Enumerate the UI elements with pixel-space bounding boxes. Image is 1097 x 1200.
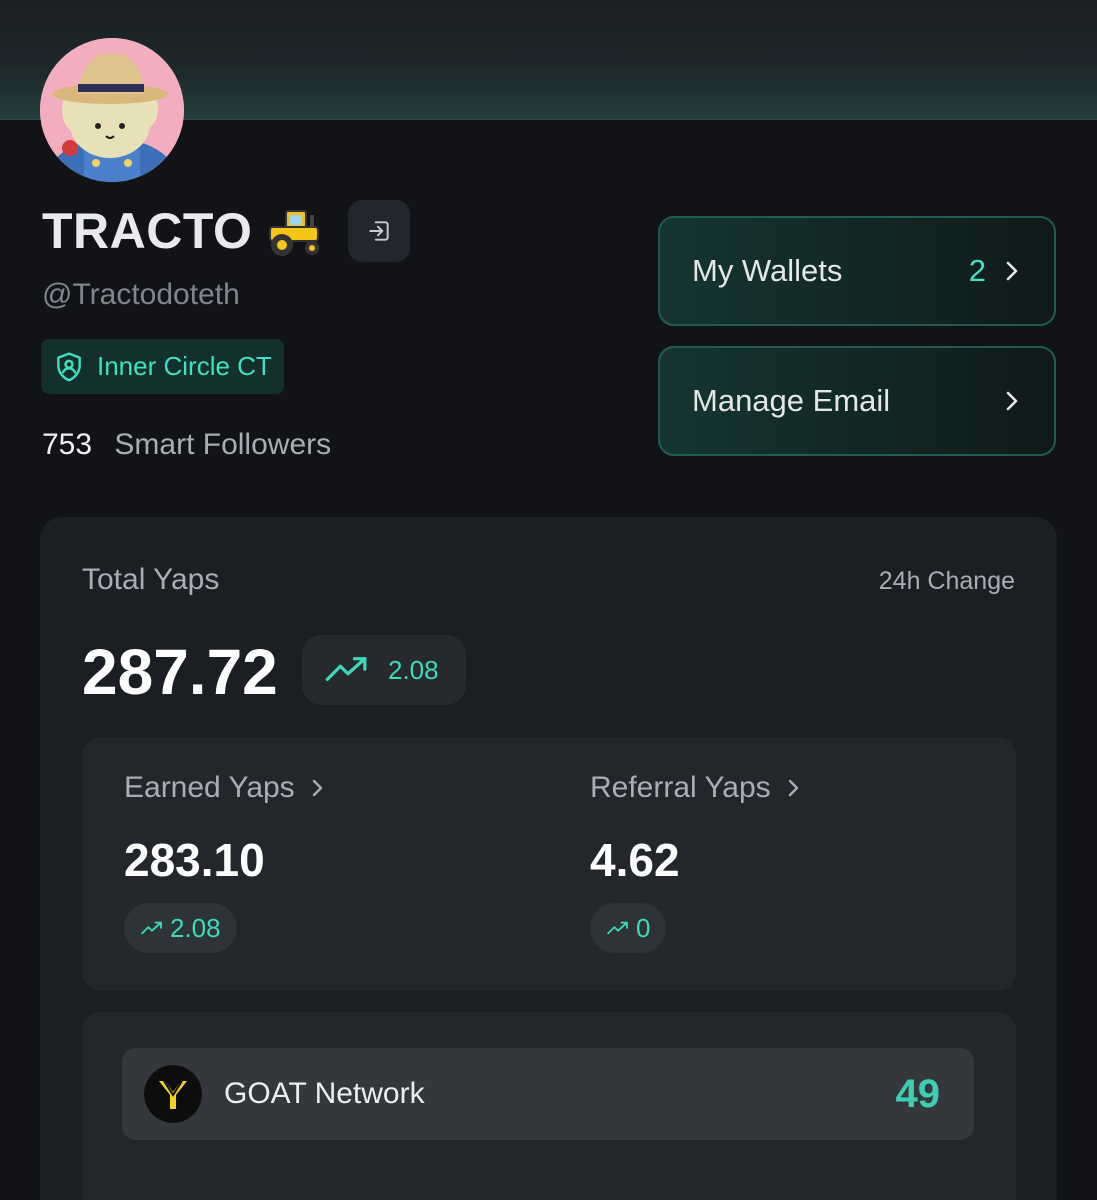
manage-email-label: Manage Email [692,383,891,418]
total-change-pill: 2.08 [302,635,466,705]
inner-circle-badge: Inner Circle CT [41,339,284,394]
trending-up-icon [141,921,162,935]
trending-up-icon [607,921,628,935]
earned-change-pill: 2.08 [124,903,237,953]
earned-yaps-value: 283.10 [124,834,265,886]
referral-yaps[interactable]: Referral Yaps 4.62 0 [590,771,801,953]
chevron-right-icon [1006,391,1018,411]
wallets-count: 2 [968,253,986,288]
referral-change-value: 0 [636,912,651,943]
chevron-right-icon [788,779,798,797]
project-list: GOAT Network 49 [82,1012,1016,1200]
project-item[interactable]: GOAT Network 49 [122,1048,974,1140]
name-row: TRACTO [42,200,411,262]
smart-followers-label: Smart Followers [114,428,332,461]
project-score: 49 [895,1071,941,1116]
logout-icon [369,221,390,241]
chevron-right-icon [312,779,322,797]
shield-user-icon [57,351,81,382]
project-name: GOAT Network [224,1077,425,1110]
earned-yaps[interactable]: Earned Yaps 283.10 2.08 [124,771,325,953]
goat-logo-icon [144,1065,202,1123]
manage-email-button[interactable]: Manage Email [658,346,1056,456]
referral-change-pill: 0 [590,903,667,953]
user-handle[interactable]: @Tractodoteth [42,278,240,312]
earned-change-value: 2.08 [170,912,221,943]
tractor-icon [266,205,326,257]
total-yaps-value: 287.72 [82,636,278,708]
display-name: TRACTO [42,203,253,259]
yaps-card: Total Yaps 24h Change 287.72 2.08 Earned… [40,517,1057,1200]
my-wallets-label: My Wallets [692,253,843,288]
smart-followers-count: 753 [42,428,93,461]
total-yaps-label: Total Yaps [82,563,220,596]
yaps-breakdown: Earned Yaps 283.10 2.08 Referral Yaps 4.… [82,737,1016,991]
change-label: 24h Change [878,567,1015,595]
referral-yaps-value: 4.62 [590,834,680,886]
avatar [40,38,184,182]
smart-followers[interactable]: 753 Smart Followers [42,428,331,462]
referral-yaps-label: Referral Yaps [590,771,771,804]
badge-label: Inner Circle CT [97,351,272,381]
total-change-value: 2.08 [388,654,439,685]
chevron-right-icon [1006,261,1018,281]
logout-button[interactable] [348,200,411,262]
earned-yaps-label: Earned Yaps [124,771,295,804]
trending-up-icon [325,657,367,681]
my-wallets-button[interactable]: My Wallets 2 [658,216,1056,326]
